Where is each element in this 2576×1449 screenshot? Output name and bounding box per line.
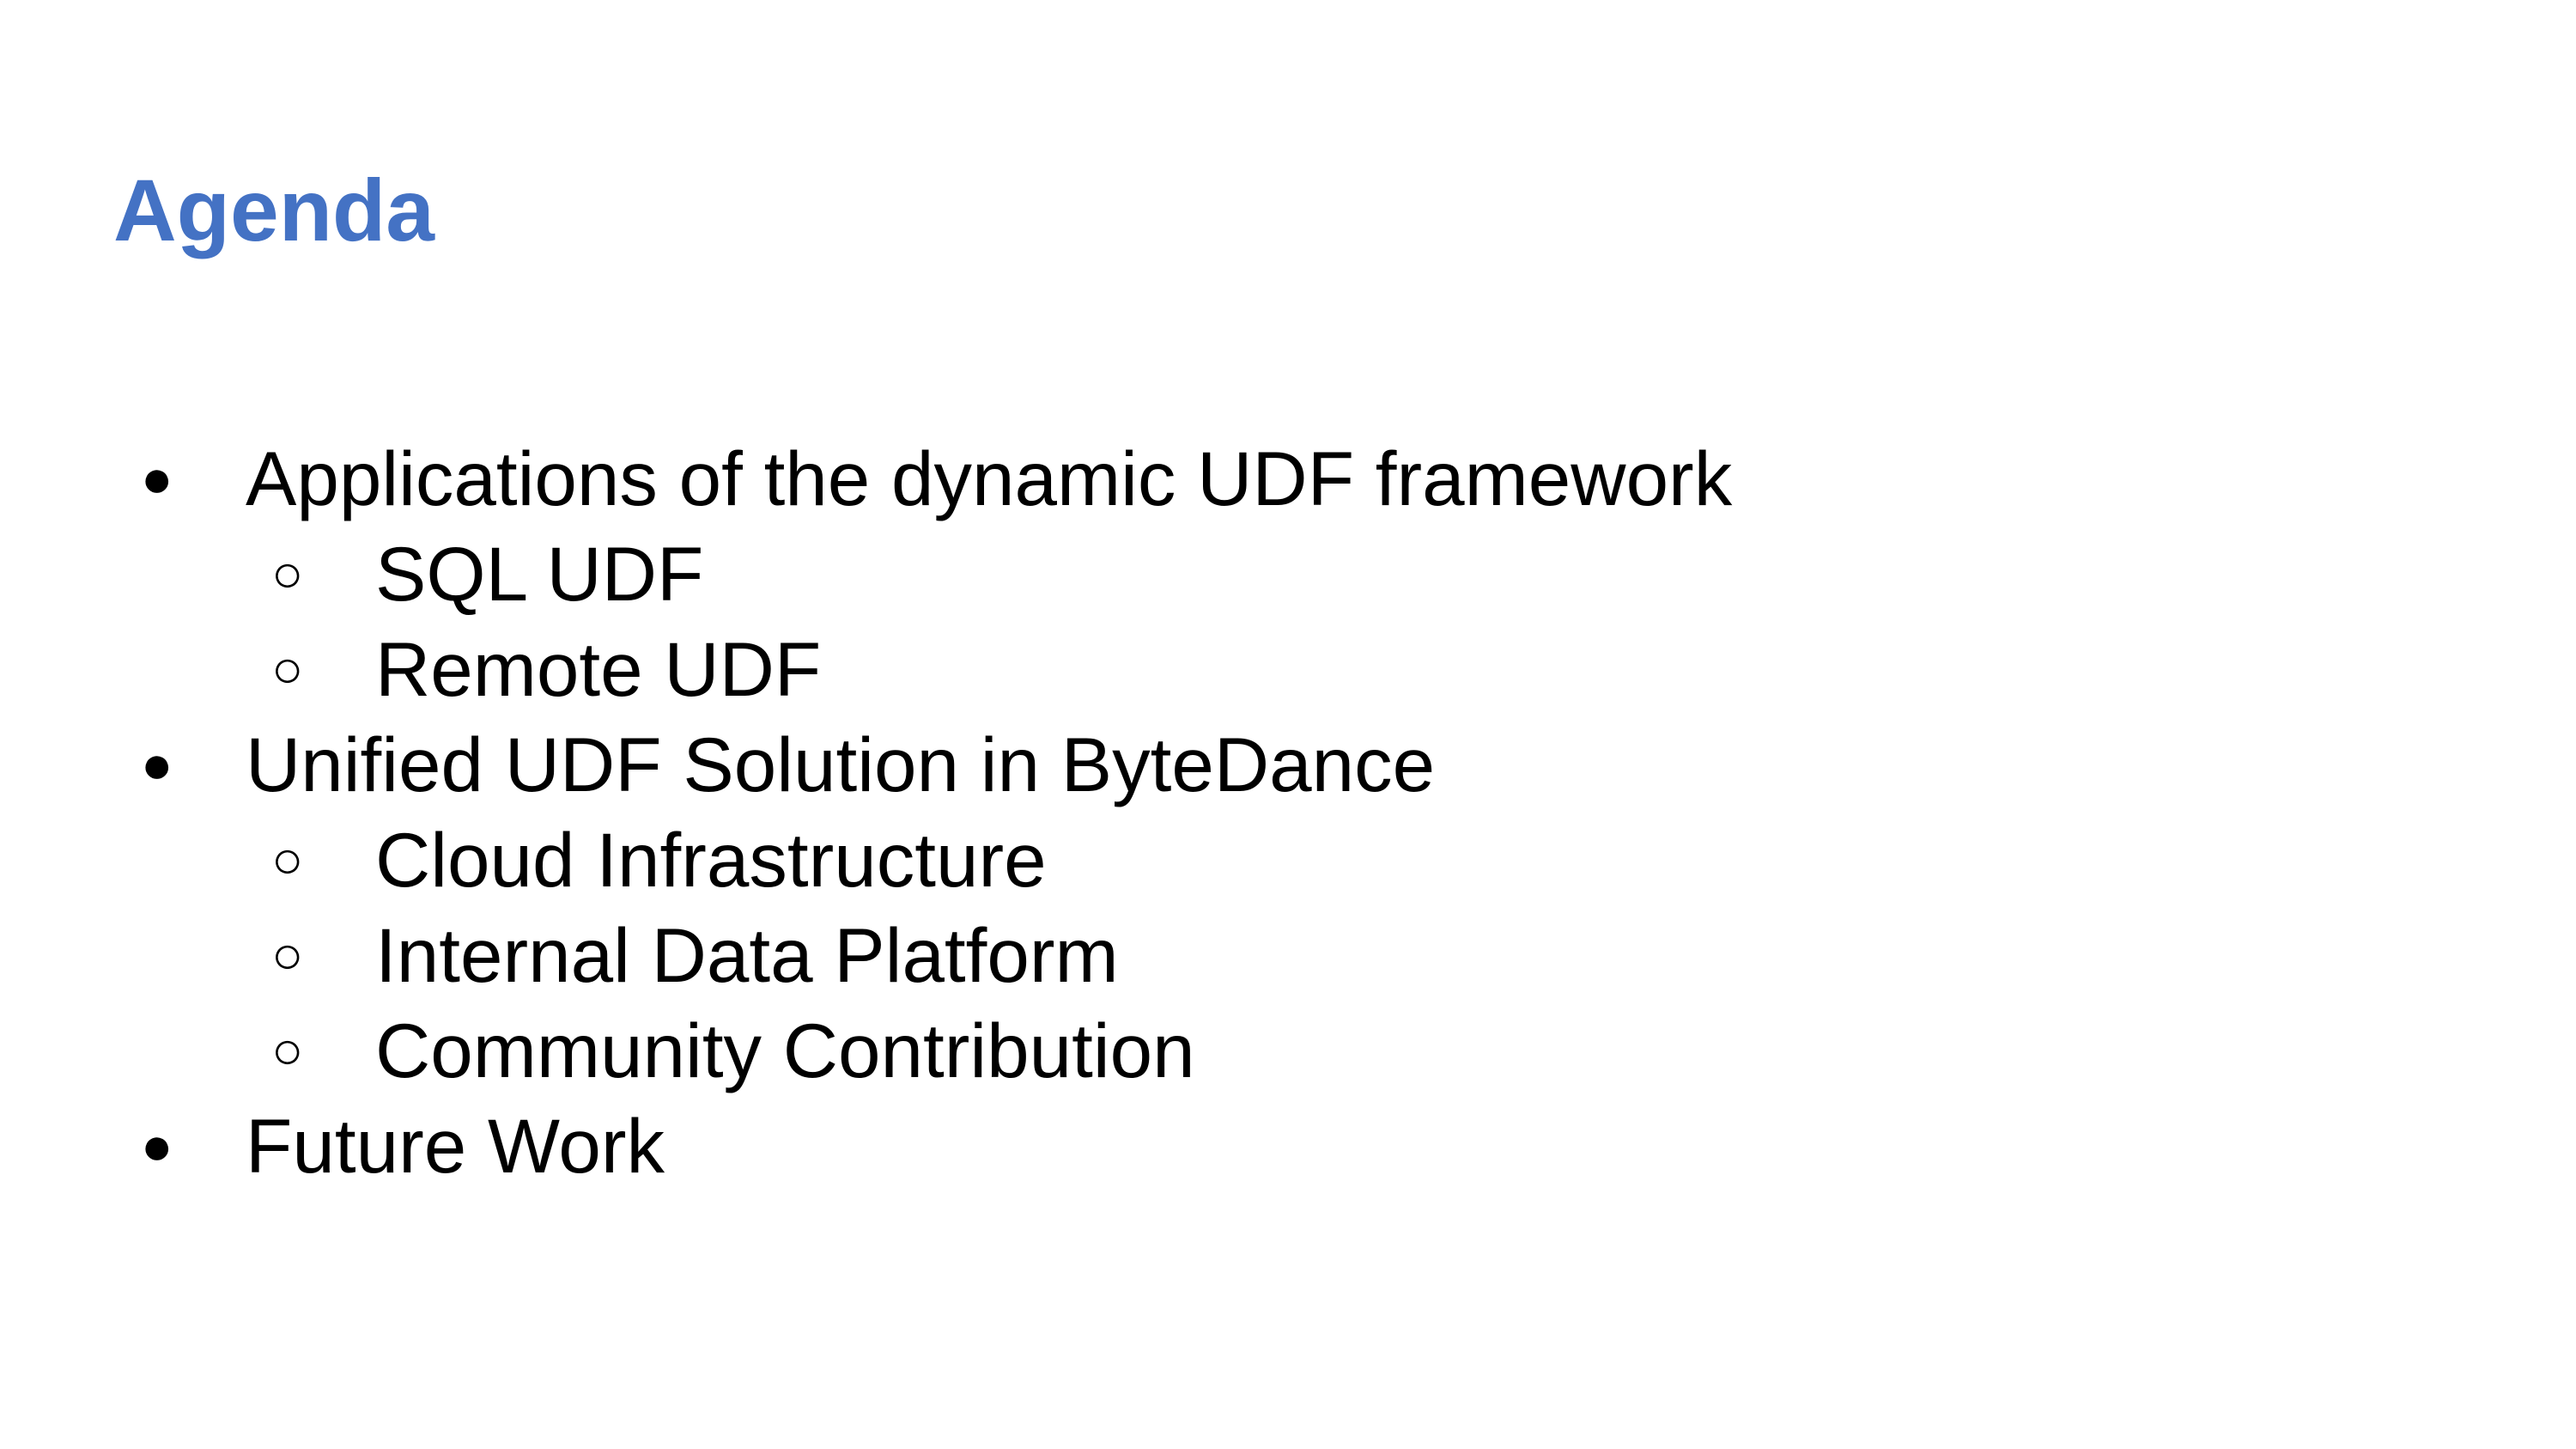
- filled-circle-bullet-icon: ●: [141, 1117, 173, 1176]
- hollow-circle-bullet-icon: ○: [271, 1021, 304, 1081]
- slide: Agenda ● Applications of the dynamic UDF…: [0, 0, 2576, 1449]
- agenda-item-label: Unified UDF Solution in ByteDance: [246, 721, 1436, 807]
- hollow-circle-bullet-icon: ○: [271, 926, 304, 985]
- agenda-subitem-label: Internal Data Platform: [375, 912, 1119, 998]
- hollow-circle-bullet-icon: ○: [271, 831, 304, 890]
- agenda-item-label: Applications of the dynamic UDF framewor…: [246, 435, 1733, 521]
- agenda-item-label: Future Work: [246, 1103, 665, 1189]
- agenda-subitem-label: SQL UDF: [375, 531, 704, 617]
- hollow-circle-bullet-icon: ○: [271, 545, 304, 604]
- agenda-subitem-label: Cloud Infrastructure: [375, 817, 1047, 903]
- agenda-subitem-label: Remote UDF: [375, 626, 822, 712]
- agenda-subitem-label: Community Contribution: [375, 1008, 1195, 1093]
- slide-title: Agenda: [113, 161, 435, 259]
- filled-circle-bullet-icon: ●: [141, 449, 173, 508]
- filled-circle-bullet-icon: ●: [141, 735, 173, 795]
- hollow-circle-bullet-icon: ○: [271, 640, 304, 699]
